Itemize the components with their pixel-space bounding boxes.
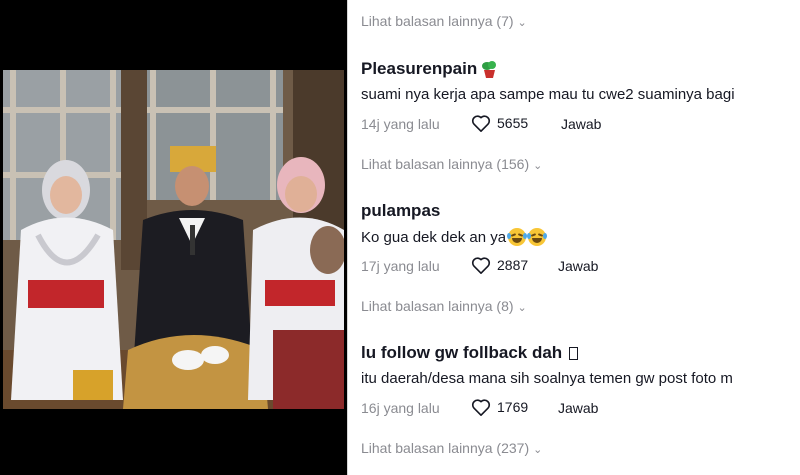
comment-text: Ko gua dek dek an ya [361,228,507,246]
comment-meta-row: 14j yang lalu 5655 Jawab [361,114,661,134]
comment-meta-row: 17j yang lalu 2887 Jawab [361,256,661,276]
like-count: 5655 [497,115,529,131]
panel-divider [347,0,348,475]
comment-username-label: Pleasurenpain [361,59,478,78]
reply-button[interactable]: Jawab [561,116,601,132]
like-button[interactable]: 1769 [471,398,528,416]
tears-of-joy-emoji-icon [527,228,548,246]
comment-username-label: pulampas [361,201,441,220]
chevron-down-icon: ⌄ [533,443,543,456]
comment-timestamp: 14j yang lalu [361,116,440,132]
comment-username[interactable]: Pleasurenpain [361,59,499,79]
reply-button[interactable]: Jawab [558,258,598,274]
comment-text: itu daerah/desa mana sih soalnya temen g… [361,370,733,387]
reply-button[interactable]: Jawab [558,400,598,416]
like-count: 1769 [497,399,529,415]
plant-pot-emoji-icon [480,60,499,79]
chevron-down-icon: ⌄ [533,159,543,172]
view-more-replies-button[interactable]: Lihat balasan lainnya (237) ⌄ [361,440,542,456]
comment-username[interactable]: pulampas [361,201,440,221]
comment-text-row: Ko gua dek dek an ya [361,228,548,246]
comment-timestamp: 16j yang lalu [361,400,440,416]
heart-outline-icon [471,399,491,416]
chevron-down-icon: ⌄ [517,16,527,29]
comments-panel[interactable]: Lihat balasan lainnya (7) ⌄ Pleasurenpai… [361,0,800,475]
heart-outline-icon [471,115,491,132]
view-more-replies-label: Lihat balasan lainnya (237) [361,440,530,456]
comment-timestamp: 17j yang lalu [361,258,440,274]
view-more-replies-button[interactable]: Lihat balasan lainnya (7) ⌄ [361,13,527,29]
comment-text: suami nya kerja apa sampe mau tu cwe2 su… [361,86,735,103]
view-more-replies-label: Lihat balasan lainnya (8) [361,298,514,314]
like-button[interactable]: 2887 [471,256,528,274]
comment-meta-row: 16j yang lalu 1769 Jawab [361,398,661,418]
video-frame-image[interactable] [3,70,344,409]
view-more-replies-button[interactable]: Lihat balasan lainnya (156) ⌄ [361,156,542,172]
video-player[interactable] [0,0,347,475]
wedding-photo [3,70,344,409]
heart-outline-icon [471,257,491,274]
view-more-replies-label: Lihat balasan lainnya (156) [361,156,530,172]
view-more-replies-button[interactable]: Lihat balasan lainnya (8) ⌄ [361,298,527,314]
comment-username-label: lu follow gw follback dah [361,343,563,362]
like-button[interactable]: 5655 [471,114,528,132]
unsupported-glyph-icon [569,346,579,360]
chevron-down-icon: ⌄ [517,301,527,314]
tears-of-joy-emoji-icon [507,228,528,246]
like-count: 2887 [497,257,529,273]
comment-username[interactable]: lu follow gw follback dah [361,343,579,363]
view-more-replies-label: Lihat balasan lainnya (7) [361,13,514,29]
